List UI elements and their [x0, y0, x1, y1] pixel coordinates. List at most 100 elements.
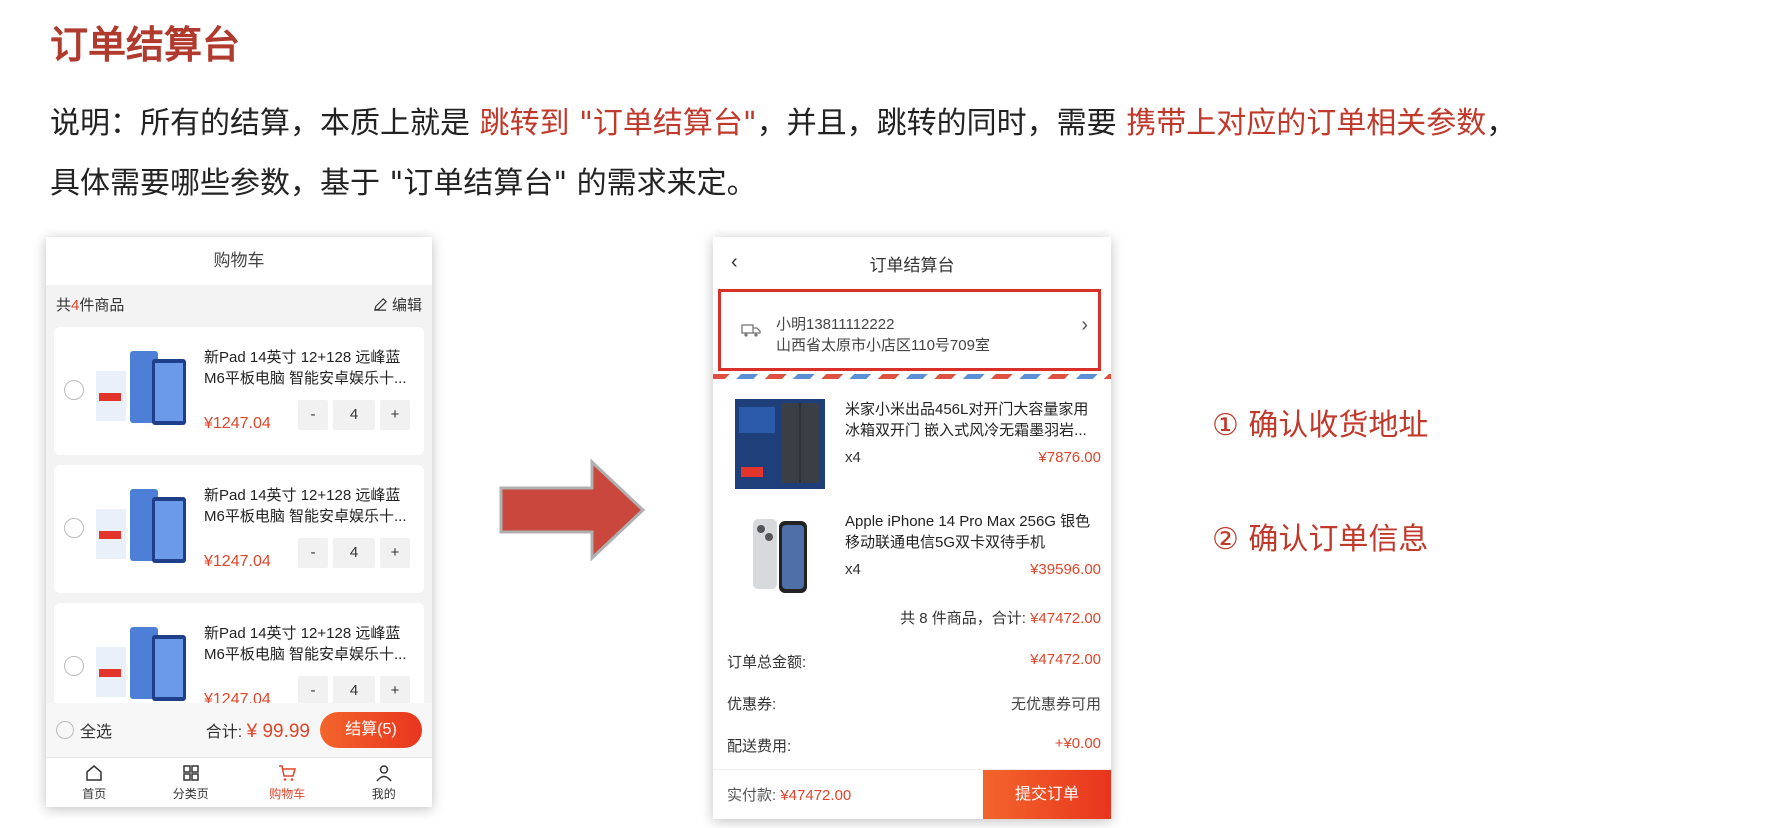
item-name: 新Pad 14英寸 12+128 远峰蓝 M6平板电脑 智能安卓娱乐十...: [204, 625, 407, 663]
order-item-qty: x4: [845, 561, 861, 578]
edit-label: 编辑: [391, 296, 422, 314]
checkout-screen: ‹ 订单结算台 小明13811112222 山西省太原市小店区110号709室 …: [713, 237, 1111, 819]
quantity-stepper: - 4 +: [298, 676, 410, 706]
order-item: Apple iPhone 14 Pro Max 256G 银色 移动联通电信5G…: [713, 505, 1111, 613]
tab-mine[interactable]: 我的: [336, 758, 433, 807]
item-price: ¥1247.04: [204, 415, 271, 432]
edit-button[interactable]: 编辑: [373, 294, 422, 315]
cart-subbar: 共4件商品 编辑: [46, 285, 432, 323]
cart-bottom-bar: 全选 合计: ¥ 99.99 结算(5): [46, 703, 432, 757]
slide-title: 订单结算台: [50, 23, 241, 67]
tab-home[interactable]: 首页: [46, 758, 143, 807]
address-detail: 山西省太原市小店区110号709室: [776, 337, 990, 354]
chevron-right-icon: ›: [1081, 314, 1088, 336]
quantity-value[interactable]: 4: [333, 400, 375, 430]
address-name-phone: 小明13811112222: [776, 316, 895, 333]
increase-button[interactable]: +: [380, 676, 410, 706]
item-name: 新Pad 14英寸 12+128 远峰蓝 M6平板电脑 智能安卓娱乐十...: [204, 349, 407, 387]
step-confirm-address: ① 确认收货地址: [1212, 408, 1429, 443]
order-item-name: 米家小米出品456L对开门大容量家用冰箱双开门 嵌入式风冷无霜墨羽岩...: [845, 401, 1089, 439]
decrease-button[interactable]: -: [298, 676, 328, 706]
tab-label: 分类页: [172, 787, 209, 801]
cart-item[interactable]: 新Pad 14英寸 12+128 远峰蓝 M6平板电脑 智能安卓娱乐十... ¥…: [54, 327, 424, 455]
count-prefix: 共: [56, 296, 72, 314]
item-select-radio[interactable]: [64, 656, 84, 676]
cart-icon: [279, 765, 297, 781]
tablet-product-image: [96, 627, 186, 701]
cart-item[interactable]: 新Pad 14英寸 12+128 远峰蓝 M6平板电脑 智能安卓娱乐十... ¥…: [54, 465, 424, 593]
tab-label: 购物车: [269, 787, 306, 801]
checkout-title: 订单结算台: [869, 255, 955, 275]
total-text: 共 8 件商品，合计:: [900, 610, 1026, 627]
select-all-label: 全选: [80, 724, 113, 741]
desc-text: ，: [1486, 106, 1517, 141]
select-all-radio[interactable]: [56, 721, 74, 739]
tab-bar: 首页 分类页 购物车 我的: [46, 757, 432, 807]
row-value: 无优惠券可用: [1010, 696, 1101, 713]
address-lines: 小明13811112222 山西省太原市小店区110号709室: [776, 314, 990, 356]
item-name: 新Pad 14英寸 12+128 远峰蓝 M6平板电脑 智能安卓娱乐十...: [204, 487, 407, 525]
summary-row-coupon[interactable]: 优惠券: 无优惠券可用: [727, 693, 1101, 717]
description-line-1: 说明：所有的结算，本质上就是 跳转到 "订单结算台"，并且，跳转的同时，需要 携…: [50, 98, 1516, 142]
submit-order-button[interactable]: 提交订单: [983, 769, 1111, 819]
order-item-price: ¥7876.00: [1038, 449, 1101, 466]
quantity-value[interactable]: 4: [333, 538, 375, 568]
description-line-2: 具体需要哪些参数，基于 "订单结算台" 的需求来定。: [50, 166, 757, 201]
order-item-qty: x4: [845, 449, 861, 466]
count-suffix: 件商品: [79, 296, 125, 314]
decrease-button[interactable]: -: [298, 538, 328, 568]
user-icon: [376, 765, 392, 782]
row-label: 优惠券:: [727, 696, 777, 713]
grid-icon: [183, 765, 199, 781]
home-icon: [86, 765, 102, 781]
summary-row-shipping: 配送费用: +¥0.00: [727, 735, 1101, 759]
address-stripe-divider: [713, 374, 1111, 379]
decrease-button[interactable]: -: [298, 400, 328, 430]
row-label: 配送费用:: [727, 738, 792, 755]
quantity-stepper: - 4 +: [298, 538, 410, 568]
desc-highlight: 携带上对应的订单相关参数: [1126, 106, 1487, 141]
order-item-name: Apple iPhone 14 Pro Max 256G 银色 移动联通电信5G…: [845, 513, 1091, 551]
checkout-header: ‹ 订单结算台: [713, 237, 1111, 289]
desc-text: ，并且，跳转的同时，需要: [756, 106, 1127, 141]
phone-product-image: [753, 519, 807, 593]
desc-text: 说明：所有的结算，本质上就是: [50, 106, 480, 141]
row-value: ¥47472.00: [1030, 651, 1101, 668]
right-arrow-icon: [499, 458, 646, 562]
pay-label: 实付款:: [727, 787, 777, 804]
truck-icon: [741, 324, 761, 337]
step-confirm-order: ② 确认订单信息: [1212, 522, 1429, 557]
summary-row-total: 订单总金额: ¥47472.00: [727, 651, 1101, 675]
tab-label: 我的: [371, 787, 396, 801]
tab-label: 首页: [82, 787, 107, 801]
back-chevron-icon[interactable]: ‹: [731, 251, 738, 274]
checkout-bottom-bar: 实付款: ¥47472.00 提交订单: [713, 769, 1111, 819]
cart-screen: 购物车 共4件商品 编辑 新Pad 14英寸 12+128 远峰蓝 M6平板电脑…: [46, 237, 432, 807]
order-item-price: ¥39596.00: [1030, 561, 1101, 578]
order-total-line: 共 8 件商品，合计: ¥47472.00: [900, 607, 1101, 628]
quantity-value[interactable]: 4: [333, 676, 375, 706]
pencil-icon: [374, 297, 387, 311]
desc-highlight: 跳转到 "订单结算台": [479, 106, 757, 141]
sum-value: ¥ 99.99: [246, 720, 310, 742]
select-all-toggle[interactable]: 全选: [56, 718, 112, 742]
settle-button[interactable]: 结算(5): [320, 712, 422, 748]
address-card[interactable]: 小明13811112222 山西省太原市小店区110号709室 ›: [718, 289, 1101, 371]
item-select-radio[interactable]: [64, 518, 84, 538]
tablet-product-image: [96, 351, 186, 425]
tab-category[interactable]: 分类页: [143, 758, 240, 807]
cart-item-count: 共4件商品: [56, 294, 124, 315]
cart-sum: 合计: ¥ 99.99: [206, 718, 310, 743]
cart-header-title: 购物车: [46, 237, 432, 285]
tablet-product-image: [96, 489, 186, 563]
tab-cart[interactable]: 购物车: [239, 758, 336, 807]
row-value: +¥0.00: [1054, 735, 1101, 752]
sum-label: 合计:: [205, 723, 243, 741]
item-price: ¥1247.04: [204, 553, 271, 570]
pay-amount: 实付款: ¥47472.00: [713, 784, 983, 805]
row-label: 订单总金额:: [727, 654, 807, 671]
increase-button[interactable]: +: [380, 400, 410, 430]
pay-value: ¥47472.00: [780, 787, 852, 804]
item-select-radio[interactable]: [64, 380, 84, 400]
increase-button[interactable]: +: [380, 538, 410, 568]
